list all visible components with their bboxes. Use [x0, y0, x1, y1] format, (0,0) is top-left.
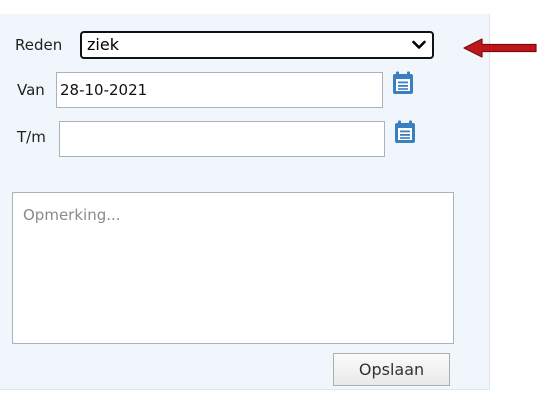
- to-label: T/m: [17, 128, 46, 146]
- remark-textarea[interactable]: Opmerking...: [12, 192, 454, 344]
- arrow-left-icon: [463, 38, 537, 58]
- from-label: Van: [17, 81, 45, 99]
- from-date-input[interactable]: 28-10-2021: [56, 72, 383, 108]
- to-date-input[interactable]: [59, 121, 385, 157]
- reason-select-value: ziek: [87, 35, 119, 54]
- reason-label: Reden: [15, 36, 63, 54]
- save-button[interactable]: Opslaan: [333, 353, 450, 386]
- remark-placeholder: Opmerking...: [23, 206, 121, 224]
- calendar-icon[interactable]: [392, 71, 414, 95]
- chevron-down-icon: [412, 40, 426, 49]
- calendar-icon[interactable]: [394, 120, 416, 144]
- reason-select[interactable]: ziek: [80, 31, 434, 59]
